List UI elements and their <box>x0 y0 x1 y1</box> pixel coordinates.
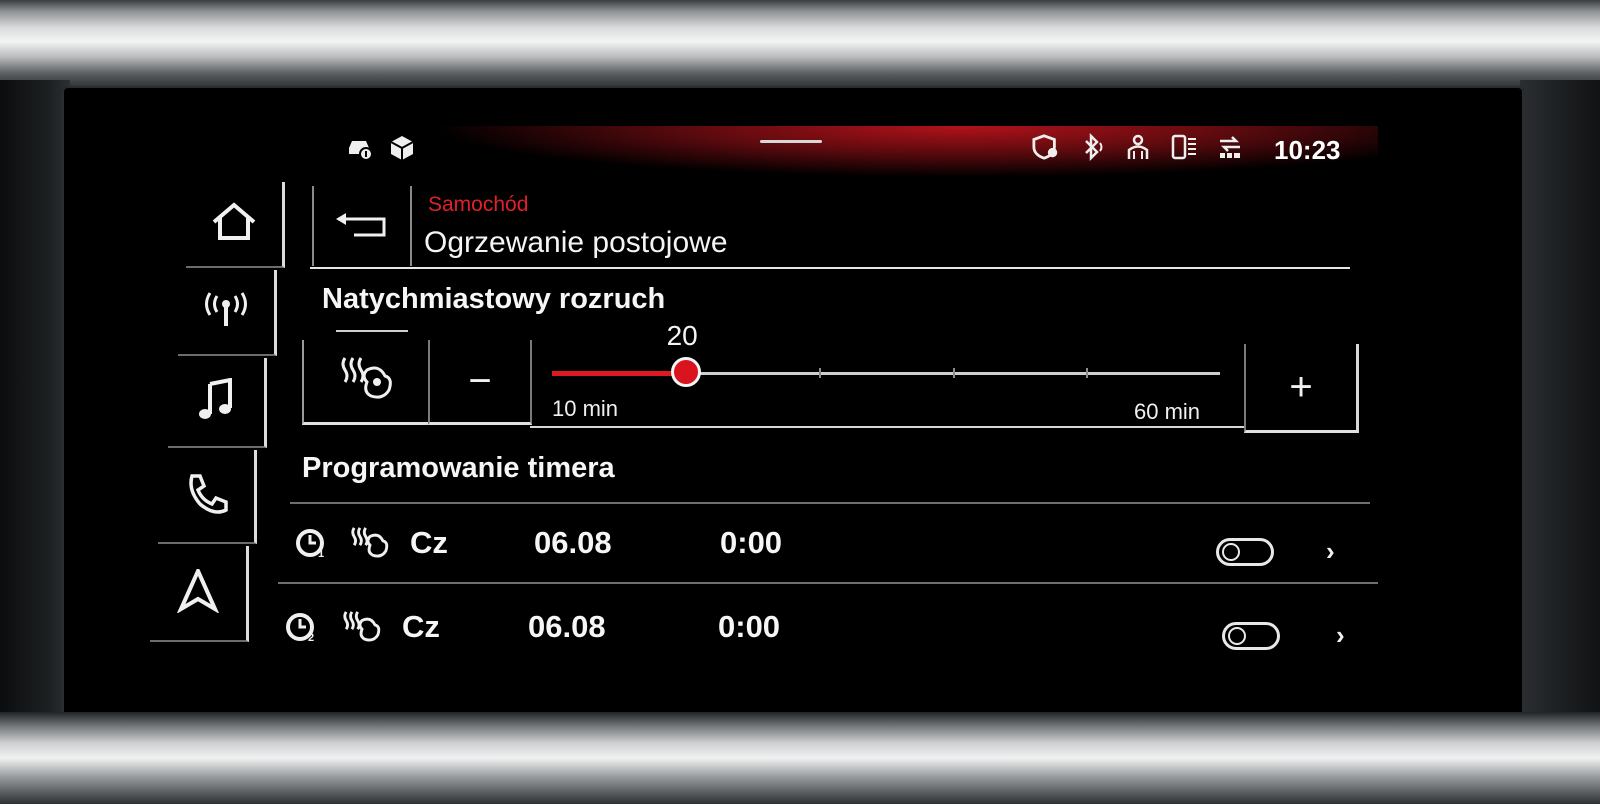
back-button[interactable] <box>312 186 412 266</box>
seat-heating-icon <box>340 592 384 662</box>
slider-tick <box>1086 368 1089 378</box>
slider-tick <box>952 368 955 378</box>
duration-slider-knob[interactable] <box>670 357 701 387</box>
chevron-right-icon[interactable]: › <box>1336 620 1345 651</box>
clock: 10:23 <box>1274 135 1341 165</box>
svg-text:2: 2 <box>308 632 314 644</box>
toggle-knob <box>1228 627 1246 645</box>
phone-signal-icon <box>1170 133 1198 161</box>
nav-home-button[interactable] <box>186 182 285 268</box>
phone-icon <box>184 472 228 521</box>
seat-heating-icon <box>337 354 397 409</box>
timer-row-2[interactable]: 2 Cz 06.08 0:00 › <box>286 592 1370 662</box>
timer-2-toggle[interactable] <box>1222 622 1280 650</box>
timer-divider-middle <box>278 582 1378 584</box>
timer-section-title: Programowanie timera <box>302 452 615 484</box>
timer-divider-top <box>290 502 1370 504</box>
header-divider <box>310 267 1350 269</box>
timer-1-icon: 1 <box>294 508 330 578</box>
pull-down-handle[interactable] <box>760 140 822 143</box>
shield-location-icon <box>1032 133 1060 161</box>
nav-navigation-button[interactable] <box>150 546 249 642</box>
package-icon[interactable] <box>388 134 416 162</box>
duration-value: 20 <box>666 320 698 351</box>
nav-radio-button[interactable] <box>178 270 277 356</box>
timer-2-date: 06.08 <box>528 609 606 644</box>
nav-media-button[interactable] <box>168 358 267 448</box>
bezel-right <box>1520 80 1600 720</box>
toggle-knob <box>1222 543 1240 561</box>
duration-max-label: 60 min <box>1134 399 1201 424</box>
bezel-bottom <box>0 712 1600 804</box>
seat-heating-icon <box>348 508 392 578</box>
timer-1-date: 06.08 <box>534 525 612 560</box>
svg-text:1: 1 <box>318 548 324 560</box>
radio-icon <box>202 290 250 335</box>
timer-1-toggle[interactable] <box>1216 538 1274 566</box>
bluetooth-icon <box>1078 133 1106 161</box>
timer-row-1[interactable]: 1 Cz 06.08 0:00 › <box>290 508 1370 578</box>
breadcrumb[interactable]: Samochód <box>428 193 528 217</box>
duration-min-label: 10 min <box>552 396 619 421</box>
timer-1-time: 0:00 <box>720 525 783 560</box>
navigation-icon <box>176 565 220 618</box>
decrease-duration-button[interactable]: − <box>428 340 532 425</box>
page-title: Ogrzewanie postojowe <box>424 226 728 259</box>
slider-base-line <box>530 426 1244 428</box>
timer-2-day: Cz <box>402 609 440 644</box>
timer-1-day: Cz <box>410 525 448 560</box>
heating-mode-button[interactable] <box>302 340 430 425</box>
slider-tick <box>819 368 822 378</box>
bezel-left <box>0 80 70 720</box>
bezel-top <box>0 0 1600 92</box>
duration-slider-fill <box>552 371 686 376</box>
timer-2-icon: 2 <box>284 592 320 662</box>
car-info-icon[interactable] <box>346 134 374 162</box>
home-icon <box>210 201 258 247</box>
back-arrow-icon <box>332 209 392 244</box>
status-right-icons <box>1032 133 1244 161</box>
selected-indicator <box>336 330 408 332</box>
increase-duration-button[interactable]: + <box>1244 344 1359 433</box>
data-transfer-icon <box>1216 133 1244 161</box>
music-icon <box>196 377 236 427</box>
nav-phone-button[interactable] <box>158 450 257 544</box>
instant-start-title: Natychmiastowy rozruch <box>322 283 666 315</box>
timer-2-time: 0:00 <box>718 609 781 644</box>
chevron-right-icon[interactable]: › <box>1326 536 1335 567</box>
person-icon <box>1124 133 1152 161</box>
status-left-icons <box>346 134 416 162</box>
